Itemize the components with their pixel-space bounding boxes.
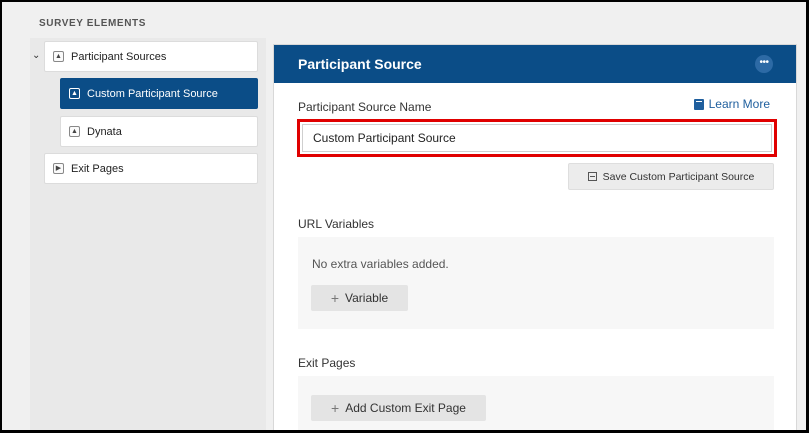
save-icon [587,172,597,181]
participant-icon: ▲ [53,51,64,62]
learn-more-label: Learn More [708,97,770,111]
add-variable-button[interactable]: + Variable [311,285,408,311]
add-variable-label: Variable [345,291,389,305]
chevron-down-icon[interactable]: ⌄ [32,50,40,61]
exit-icon: ▶ [53,163,64,174]
name-label: Participant Source Name [298,100,432,114]
url-variables-section: No extra variables added. + Variable [298,237,774,329]
sidebar-item-label: Dynata [87,125,122,138]
participant-icon: ▲ [69,126,80,137]
plus-icon: + [330,290,340,306]
add-custom-exit-page-button[interactable]: + Add Custom Exit Page [311,395,486,421]
add-custom-exit-page-label: Add Custom Exit Page [345,401,466,415]
participant-source-card: Participant Source ••• Participant Sourc… [273,44,797,430]
sidebar-item-label: Exit Pages [71,162,124,175]
participant-source-name-input[interactable] [302,124,772,152]
sidebar-item-dynata[interactable]: ▲ Dynata [60,116,258,147]
learn-more-link[interactable]: Learn More [693,97,770,111]
more-options-button[interactable]: ••• [755,55,773,73]
sidebar-item-label: Participant Sources [71,50,167,63]
card-header: Participant Source ••• [274,45,796,83]
sidebar-item-custom-participant-source[interactable]: ▲ Custom Participant Source [60,78,258,109]
sidebar-item-participant-sources[interactable]: ▲ Participant Sources [44,41,258,72]
exit-pages-section: + Add Custom Exit Page [298,376,774,430]
card-title: Participant Source [298,56,422,72]
sidebar-item-exit-pages[interactable]: ▶ Exit Pages [44,153,258,184]
book-icon [693,98,704,110]
save-button-label: Save Custom Participant Source [602,170,755,183]
sidebar-item-label: Custom Participant Source [87,87,218,100]
save-button[interactable]: Save Custom Participant Source [568,163,774,190]
participant-icon: ▲ [69,88,80,99]
no-variables-text: No extra variables added. [312,257,449,271]
app-frame: SURVEY ELEMENTS ⌄ ▲ Participant Sources … [0,0,809,433]
sidebar-title: SURVEY ELEMENTS [39,18,146,29]
url-variables-heading: URL Variables [298,217,375,231]
plus-icon: + [331,400,340,416]
exit-pages-heading: Exit Pages [298,356,356,370]
